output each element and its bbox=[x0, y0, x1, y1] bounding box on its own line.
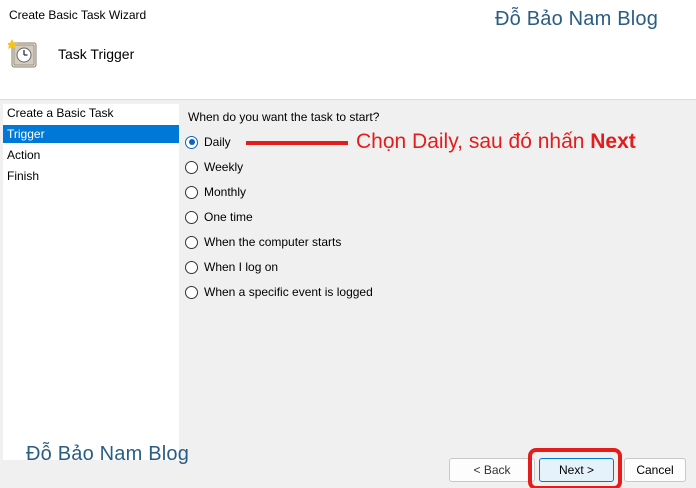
radio-one-time[interactable]: One time bbox=[185, 208, 253, 226]
back-button[interactable]: < Back bbox=[449, 458, 535, 482]
clock-icon bbox=[8, 39, 37, 68]
radio-button[interactable] bbox=[185, 235, 198, 249]
radio-label: When a specific event is logged bbox=[204, 285, 373, 299]
annotation-text: Chọn Daily, sau đó nhấn Next bbox=[356, 130, 636, 154]
radio-label: One time bbox=[204, 210, 253, 224]
annotation-main: Chọn Daily, sau đó nhấn bbox=[356, 130, 591, 153]
cancel-button[interactable]: Cancel bbox=[624, 458, 686, 482]
nav-item-trigger[interactable]: Trigger bbox=[3, 125, 179, 143]
watermark-bottom: Đỗ Bảo Nam Blog bbox=[26, 443, 190, 465]
radio-button[interactable] bbox=[185, 185, 198, 199]
radio-label: Daily bbox=[204, 135, 231, 149]
wizard-steps-nav: Create a Basic Task Trigger Action Finis… bbox=[3, 104, 179, 460]
annotation-line bbox=[246, 141, 348, 145]
radio-label: Monthly bbox=[204, 185, 247, 199]
trigger-question: When do you want the task to start? bbox=[188, 110, 380, 124]
radio-daily[interactable]: Daily bbox=[185, 133, 231, 151]
radio-label: Weekly bbox=[204, 160, 244, 174]
radio-event-logged[interactable]: When a specific event is logged bbox=[185, 283, 373, 301]
nav-item-create-basic-task[interactable]: Create a Basic Task bbox=[3, 104, 179, 122]
radio-weekly[interactable]: Weekly bbox=[185, 158, 243, 176]
window-title: Create Basic Task Wizard bbox=[9, 8, 147, 22]
radio-label: When I log on bbox=[204, 260, 279, 274]
radio-button[interactable] bbox=[185, 210, 198, 224]
radio-button-checked[interactable] bbox=[185, 135, 198, 149]
radio-button[interactable] bbox=[185, 160, 198, 174]
nav-item-action[interactable]: Action bbox=[3, 146, 179, 164]
radio-button[interactable] bbox=[185, 260, 198, 274]
radio-computer-starts[interactable]: When the computer starts bbox=[185, 233, 341, 251]
radio-label: When the computer starts bbox=[204, 235, 342, 249]
watermark-top: Đỗ Bảo Nam Blog bbox=[495, 8, 659, 30]
wizard-header: Task Trigger bbox=[0, 28, 696, 100]
annotation-emphasis: Next bbox=[590, 130, 636, 153]
next-button-highlight bbox=[528, 448, 622, 488]
radio-log-on[interactable]: When I log on bbox=[185, 258, 278, 276]
nav-item-finish[interactable]: Finish bbox=[3, 167, 179, 185]
page-title: Task Trigger bbox=[58, 46, 135, 62]
radio-button[interactable] bbox=[185, 285, 198, 299]
radio-monthly[interactable]: Monthly bbox=[185, 183, 246, 201]
